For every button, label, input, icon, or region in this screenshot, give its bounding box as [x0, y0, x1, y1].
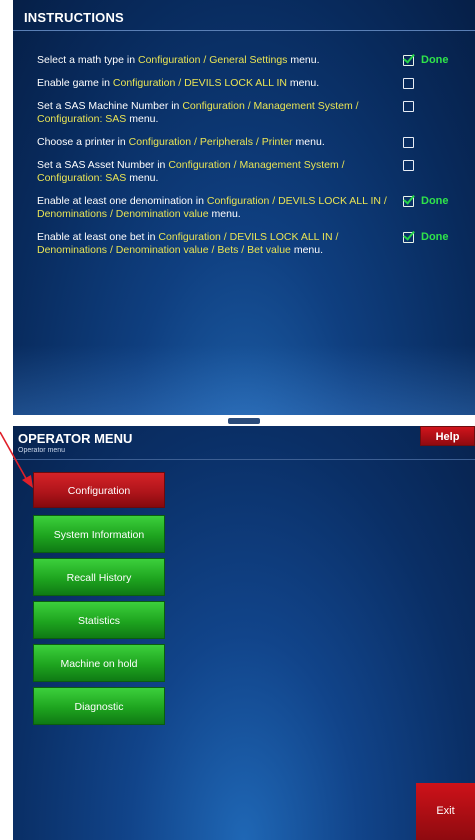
task-description: Set a SAS Asset Number in Configuration … [37, 159, 391, 185]
configuration-button[interactable]: Configuration [33, 472, 165, 508]
task-text-plain: menu. [287, 54, 320, 66]
task-status: Done [421, 54, 449, 66]
panel-divider-handle[interactable] [228, 418, 260, 424]
task-item: Enable game in Configuration / DEVILS LO… [37, 77, 469, 90]
task-item: Set a SAS Machine Number in Configuratio… [37, 100, 469, 126]
operator-menu-divider [13, 459, 475, 460]
task-description: Choose a printer in Configuration / Peri… [37, 136, 391, 149]
checkbox-icon [403, 160, 414, 171]
task-item: Enable at least one denomination in Conf… [37, 195, 469, 221]
task-menu-path: Configuration / DEVILS LOCK ALL IN [112, 77, 288, 89]
task-text-plain: menu. [290, 244, 324, 256]
task-text-plain: menu. [208, 208, 241, 220]
title-divider [13, 30, 475, 31]
task-description: Enable game in Configuration / DEVILS LO… [37, 77, 391, 90]
task-description: Enable at least one bet in Configuration… [37, 231, 391, 257]
task-status: Done [421, 195, 449, 207]
task-menu-path: Configuration / Peripherals / Printer [128, 136, 293, 148]
statistics-button[interactable]: Statistics [33, 601, 165, 639]
task-list: Select a math type in Configuration / Ge… [37, 54, 469, 267]
task-description: Set a SAS Machine Number in Configuratio… [37, 100, 391, 126]
annotation-arrow-icon [0, 431, 33, 488]
recall-history-button[interactable]: Recall History [33, 558, 165, 596]
checkbox-icon [403, 78, 414, 89]
task-text-plain: Enable at least one bet in [37, 231, 159, 243]
task-text-plain: menu. [287, 77, 320, 89]
checkbox-icon [403, 101, 414, 112]
task-text-plain: Choose a printer in [37, 136, 129, 148]
task-text-plain: menu. [126, 113, 159, 125]
system-information-button[interactable]: System Information [33, 515, 165, 553]
task-text-plain: menu. [126, 172, 159, 184]
task-status: Done [421, 231, 449, 243]
task-text-plain: menu. [292, 136, 325, 148]
checkbox-icon [403, 137, 414, 148]
operator-menu-panel: OPERATOR MENU Operator menu Help Configu… [13, 426, 475, 840]
task-text-plain: Set a SAS Machine Number in [37, 100, 183, 112]
checkbox-checked-icon [403, 55, 414, 66]
panel-glow [13, 345, 475, 415]
instructions-title: INSTRUCTIONS [24, 10, 124, 25]
task-description: Enable at least one denomination in Conf… [37, 195, 391, 221]
task-description: Select a math type in Configuration / Ge… [37, 54, 391, 67]
task-text-plain: Enable game in [37, 77, 113, 89]
diagnostic-button[interactable]: Diagnostic [33, 687, 165, 725]
task-item: Select a math type in Configuration / Ge… [37, 54, 469, 67]
checkbox-checked-icon [403, 232, 414, 243]
instructions-panel: INSTRUCTIONS Select a math type in Confi… [13, 0, 475, 415]
checkbox-checked-icon [403, 196, 414, 207]
help-button[interactable]: Help [420, 426, 475, 446]
task-item: Enable at least one bet in Configuration… [37, 231, 469, 257]
task-text-plain: Enable at least one denomination in [37, 195, 207, 207]
task-text-plain: Set a SAS Asset Number in [37, 159, 169, 171]
task-item: Choose a printer in Configuration / Peri… [37, 136, 469, 149]
machine-on-hold-button[interactable]: Machine on hold [33, 644, 165, 682]
exit-button[interactable]: Exit [416, 783, 475, 840]
task-menu-path: Configuration / General Settings [137, 54, 288, 66]
task-text-plain: Select a math type in [37, 54, 138, 66]
task-item: Set a SAS Asset Number in Configuration … [37, 159, 469, 185]
